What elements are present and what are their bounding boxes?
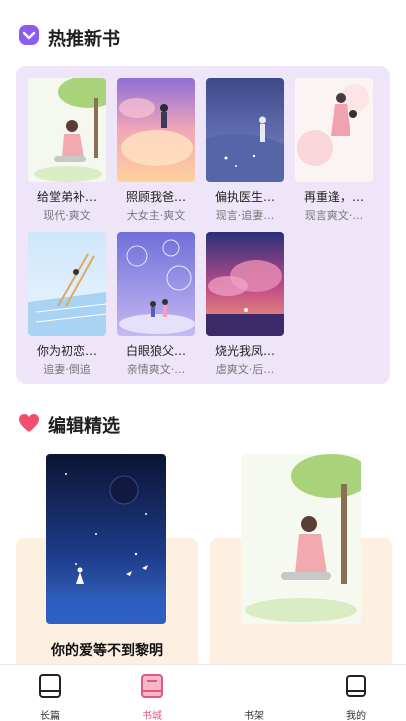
book-cover[interactable]: [206, 78, 284, 182]
book-title: 照顾我爸…: [125, 190, 186, 204]
tab-profile[interactable]: 我的: [326, 673, 386, 721]
tab-label: 书城: [142, 711, 162, 721]
book-title: 烧光我凤…: [214, 344, 275, 358]
editor-book-title: 你的爱等不到黎明: [51, 643, 163, 659]
book-card[interactable]: 给堂弟补… 现代·爽文: [28, 78, 106, 223]
hot-books-panel: 给堂弟补… 现代·爽文 照顾我爸… 大女主·爽文 偏执医生… 现言·追妻… 再重…: [16, 66, 390, 384]
book-card[interactable]: 烧光我凤… 虐爽文·后…: [206, 232, 284, 377]
book-icon: [20, 673, 80, 703]
book-title: 给堂弟补…: [36, 190, 97, 204]
book-cover[interactable]: [117, 232, 195, 336]
book-card[interactable]: 再重逢，… 现言爽文·…: [295, 78, 373, 223]
bookstore-icon: [122, 673, 182, 703]
editor-section-title: 编辑精选: [48, 416, 120, 437]
book-card[interactable]: 照顾我爸… 大女主·爽文: [117, 78, 195, 223]
book-card[interactable]: 偏执医生… 现言·追妻…: [206, 78, 284, 223]
heart-badge-icon: [18, 24, 40, 51]
book-cover[interactable]: [28, 232, 106, 336]
book-tags: 现言爽文·…: [304, 209, 364, 222]
book-card[interactable]: 白眼狼父… 亲情爽文·…: [117, 232, 195, 377]
book-cover[interactable]: [206, 232, 284, 336]
tab-label: 书架: [244, 711, 264, 721]
book-tags: 现代·爽文: [43, 209, 91, 222]
bottom-tab-bar: 长篇 书城 书架 我的: [0, 664, 406, 721]
book-tags: 大女主·爽文: [126, 209, 186, 222]
hot-section-header: 热推新书: [18, 24, 120, 51]
book-tags: 亲情爽文·…: [126, 363, 186, 376]
book-cover[interactable]: [295, 78, 373, 182]
book-tags: 追妻·倒追: [43, 363, 91, 376]
tab-label: 我的: [346, 711, 366, 721]
book-title: 你为初恋…: [36, 344, 97, 358]
book-title: 偏执医生…: [214, 190, 275, 204]
tab-long-novels[interactable]: 长篇: [20, 673, 80, 721]
profile-icon: [326, 673, 386, 703]
book-title: 再重逢，…: [303, 190, 364, 204]
book-card[interactable]: 你为初恋… 追妻·倒追: [28, 232, 106, 377]
editor-book-cover[interactable]: [241, 454, 361, 624]
book-cover[interactable]: [28, 78, 106, 182]
tab-label: 长篇: [40, 711, 60, 721]
book-title: 白眼狼父…: [125, 344, 186, 358]
tab-bookstore[interactable]: 书城: [122, 673, 182, 721]
hot-section-title: 热推新书: [48, 28, 120, 50]
tab-bookshelf[interactable]: 书架: [224, 673, 284, 721]
book-cover[interactable]: [117, 78, 195, 182]
editor-book-cover[interactable]: [46, 454, 166, 624]
bookshelf-icon: [224, 673, 284, 703]
book-tags: 虐爽文·后…: [215, 363, 275, 376]
heart-icon: [18, 413, 40, 438]
book-tags: 现言·追妻…: [215, 209, 275, 222]
editor-section-header: 编辑精选: [18, 412, 120, 438]
